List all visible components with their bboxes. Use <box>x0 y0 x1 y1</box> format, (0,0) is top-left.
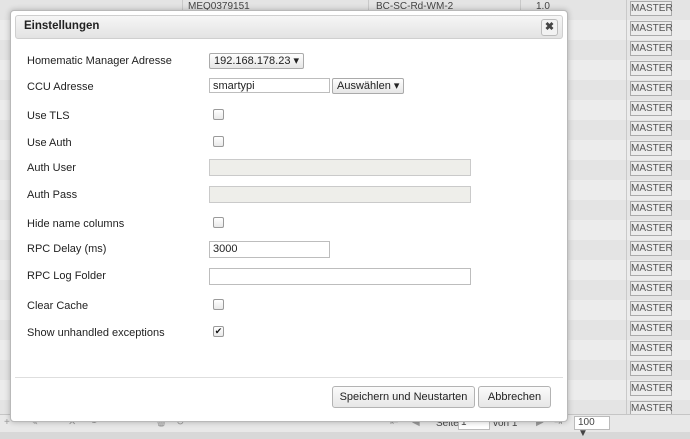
master-button[interactable]: MASTER <box>630 21 673 36</box>
manager-address-label: Homematic Manager Adresse <box>27 55 172 67</box>
master-button[interactable]: MASTER <box>630 221 673 236</box>
save-restart-button[interactable]: Speichern und Neustarten <box>332 386 475 408</box>
master-button[interactable]: MASTER <box>630 61 673 76</box>
master-button[interactable]: MASTER <box>630 361 673 376</box>
hide-name-columns-label: Hide name columns <box>27 218 125 230</box>
auth-user-label: Auth User <box>27 162 76 174</box>
auth-pass-input[interactable] <box>209 186 471 203</box>
master-button[interactable]: MASTER <box>630 201 673 216</box>
master-button[interactable]: MASTER <box>630 41 673 56</box>
master-button[interactable]: MASTER <box>630 321 673 336</box>
use-auth-label: Use Auth <box>27 137 72 149</box>
manager-address-select[interactable]: 192.168.178.23 ▾ <box>209 53 305 69</box>
hide-name-columns-checkbox[interactable] <box>213 217 224 228</box>
ccu-address-label: CCU Adresse <box>27 81 94 93</box>
auth-user-input[interactable] <box>209 159 471 176</box>
show-unhandled-label: Show unhandled exceptions <box>27 327 165 339</box>
use-tls-checkbox[interactable] <box>213 109 224 120</box>
rows-per-page-select[interactable]: 100 ▼ <box>574 416 610 439</box>
master-button[interactable]: MASTER <box>630 301 673 316</box>
master-button[interactable]: MASTER <box>630 381 673 396</box>
close-icon[interactable]: ✖ <box>541 19 558 36</box>
rpc-delay-input[interactable]: 3000 <box>209 241 330 258</box>
ccu-address-input[interactable]: smartypi <box>209 78 330 93</box>
rpc-log-folder-label: RPC Log Folder <box>27 270 106 282</box>
master-button[interactable]: MASTER <box>630 101 673 116</box>
master-button[interactable]: MASTER <box>630 1 673 16</box>
settings-dialog: Einstellungen ✖ Homematic Manager Adress… <box>10 10 568 422</box>
master-button[interactable]: MASTER <box>630 121 673 136</box>
dialog-footer-divider <box>15 377 563 378</box>
use-auth-checkbox[interactable] <box>213 136 224 147</box>
master-button[interactable]: MASTER <box>630 81 673 96</box>
dialog-titlebar[interactable]: Einstellungen ✖ <box>15 15 563 39</box>
dialog-title: Einstellungen <box>24 20 100 32</box>
add-icon[interactable]: + <box>4 417 10 428</box>
table-column-divider <box>626 0 627 414</box>
use-tls-label: Use TLS <box>27 110 70 122</box>
cancel-button[interactable]: Abbrechen <box>478 386 551 408</box>
rpc-log-folder-input[interactable] <box>209 268 471 285</box>
auth-pass-label: Auth Pass <box>27 189 78 201</box>
ccu-select-button[interactable]: Auswählen ▾ <box>332 78 405 94</box>
master-button[interactable]: MASTER <box>630 281 673 296</box>
rpc-delay-label: RPC Delay (ms) <box>27 243 107 255</box>
master-button[interactable]: MASTER <box>630 141 673 156</box>
master-button[interactable]: MASTER <box>630 181 673 196</box>
master-button[interactable]: MASTER <box>630 161 673 176</box>
master-button[interactable]: MASTER <box>630 341 673 356</box>
clear-cache-checkbox[interactable] <box>213 299 224 310</box>
show-unhandled-checkbox[interactable]: ✔ <box>213 326 224 337</box>
master-button[interactable]: MASTER <box>630 261 673 276</box>
clear-cache-label: Clear Cache <box>27 300 89 312</box>
master-button[interactable]: MASTER <box>630 241 673 256</box>
